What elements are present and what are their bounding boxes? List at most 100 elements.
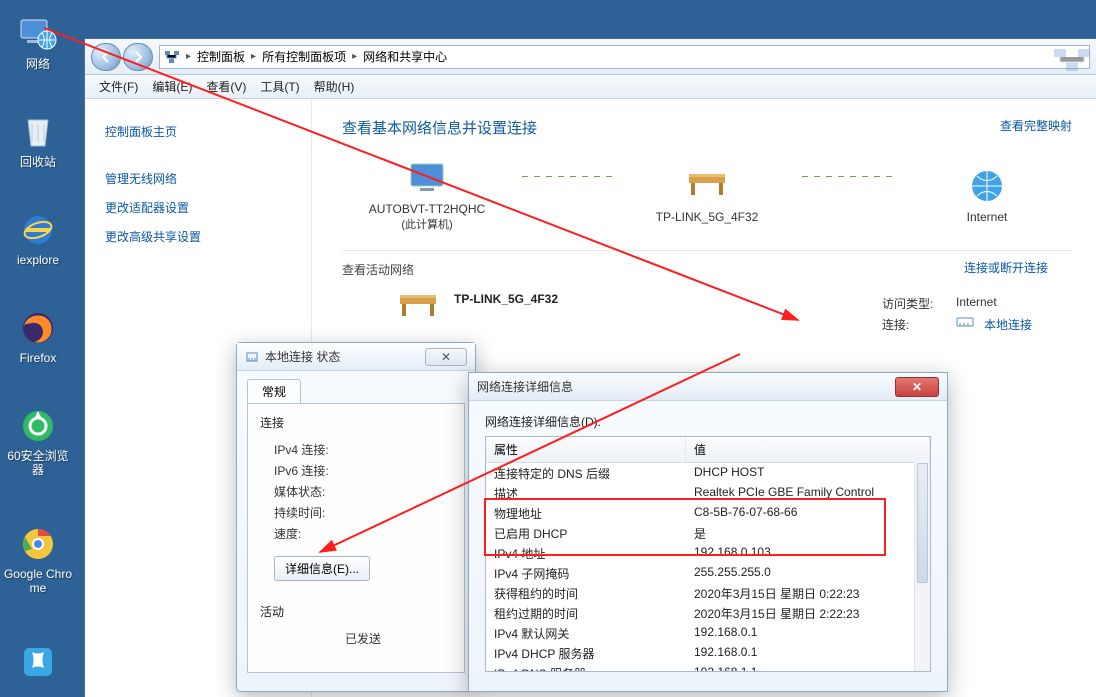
- ipv6-conn-label: IPv6 连接:: [274, 462, 329, 479]
- ethernet-icon: [956, 316, 974, 328]
- list-item[interactable]: IPv4 默认网关192.168.0.1: [486, 623, 930, 643]
- desktop-icon-recycle[interactable]: 回收站: [0, 108, 76, 173]
- close-button[interactable]: ✕: [425, 348, 467, 366]
- connection-status-dialog: 本地连接 状态 ✕ 常规 连接 IPv4 连接: IPv6 连接: 媒体状态: …: [236, 342, 476, 692]
- forward-button[interactable]: [123, 43, 153, 71]
- desktop-icon-label: Firefox: [20, 351, 57, 365]
- link-full-map[interactable]: 查看完整映射: [1000, 117, 1072, 134]
- connection-line: [522, 176, 612, 177]
- connection-link[interactable]: 本地连接: [984, 316, 1032, 333]
- list-item[interactable]: 描述Realtek PCIe GBE Family Control: [486, 483, 930, 503]
- link-connect-disconnect[interactable]: 连接或断开连接: [964, 259, 1048, 276]
- crumb-network-center[interactable]: 网络和共享中心: [363, 48, 447, 65]
- firefox-icon: [17, 308, 59, 348]
- list-item[interactable]: 已启用 DHCP是: [486, 523, 930, 543]
- details-listbox[interactable]: 属性 值 连接特定的 DNS 后缀DHCP HOST描述Realtek PCIe…: [485, 436, 931, 672]
- dialog-title: 本地连接 状态: [265, 348, 419, 365]
- back-button[interactable]: [91, 43, 121, 71]
- list-item[interactable]: 物理地址C8-5B-76-07-68-66: [486, 503, 930, 523]
- details-button[interactable]: 详细信息(E)...: [274, 556, 370, 581]
- tab-general[interactable]: 常规: [247, 379, 301, 403]
- active-network-name: TP-LINK_5G_4F32: [454, 292, 558, 306]
- cell-value: 2020年3月15日 星期日 0:22:23: [686, 583, 930, 603]
- list-item[interactable]: IPv4 DNS 服务器192.168.1.1: [486, 663, 930, 672]
- desktop-icon-chrome[interactable]: Google Chrome: [0, 520, 76, 600]
- chevron-right-icon: ▸: [251, 51, 256, 62]
- link-change-adapter[interactable]: 更改适配器设置: [105, 193, 311, 222]
- cell-property: IPv4 子网掩码: [486, 563, 686, 583]
- group-activity: 活动: [260, 603, 452, 620]
- desktop-icon-label: 回收站: [20, 155, 56, 169]
- sent-label: 已发送: [345, 630, 381, 647]
- connection-details-dialog: 网络连接详细信息 ✕ 网络连接详细信息(D): 属性 值 连接特定的 DNS 后…: [468, 372, 948, 692]
- chevron-right-icon: ▸: [186, 51, 191, 62]
- breadcrumb[interactable]: ▸ 控制面板 ▸ 所有控制面板项 ▸ 网络和共享中心: [159, 45, 1090, 69]
- cell-property: IPv4 DHCP 服务器: [486, 643, 686, 663]
- crumb-all-items[interactable]: 所有控制面板项: [262, 48, 346, 65]
- scrollbar[interactable]: [914, 461, 930, 671]
- cell-property: IPv4 默认网关: [486, 623, 686, 643]
- link-advanced-sharing[interactable]: 更改高级共享设置: [105, 222, 311, 251]
- cell-value: 2020年3月15日 星期日 2:22:23: [686, 603, 930, 623]
- desktop-icon-firefox[interactable]: Firefox: [0, 304, 76, 369]
- list-item[interactable]: 租约过期的时间2020年3月15日 星期日 2:22:23: [486, 603, 930, 623]
- chrome-icon: [17, 524, 59, 564]
- cell-value: Realtek PCIe GBE Family Control: [686, 483, 930, 503]
- watermark-icon: [1052, 45, 1092, 75]
- ethernet-icon: [245, 350, 259, 364]
- list-header: 属性 值: [486, 437, 930, 463]
- menu-file[interactable]: 文件(F): [93, 76, 144, 97]
- close-icon: ✕: [912, 380, 922, 394]
- menu-tools[interactable]: 工具(T): [254, 76, 305, 97]
- active-networks-header: 查看活动网络: [342, 261, 1072, 278]
- duration-label: 持续时间:: [274, 504, 325, 521]
- dialog-title-bar[interactable]: 网络连接详细信息 ✕: [469, 373, 947, 401]
- node-sublabel: (此计算机): [401, 216, 452, 232]
- scrollbar-thumb[interactable]: [917, 463, 928, 583]
- list-item[interactable]: 连接特定的 DNS 后缀DHCP HOST: [486, 463, 930, 483]
- list-item[interactable]: IPv4 地址192.168.0.103: [486, 543, 930, 563]
- menu-edit[interactable]: 编辑(E): [146, 76, 198, 97]
- dialog-title: 网络连接详细信息: [477, 378, 889, 395]
- dialog-title-bar[interactable]: 本地连接 状态 ✕: [237, 343, 475, 371]
- bench-icon: [685, 164, 729, 208]
- status-panel: 连接 IPv4 连接: IPv6 连接: 媒体状态: 持续时间: 速度: 详细信…: [247, 403, 465, 673]
- header-value[interactable]: 值: [686, 437, 930, 462]
- menu-help[interactable]: 帮助(H): [308, 76, 361, 97]
- list-item[interactable]: IPv4 DHCP 服务器192.168.0.1: [486, 643, 930, 663]
- link-manage-wireless[interactable]: 管理无线网络: [105, 164, 311, 193]
- network-path-icon: [164, 49, 180, 65]
- desktop-icon-360browser[interactable]: 60安全浏览器: [0, 402, 76, 482]
- cell-property: 物理地址: [486, 503, 686, 523]
- list-item[interactable]: 获得租约的时间2020年3月15日 星期日 0:22:23: [486, 583, 930, 603]
- cell-value: 192.168.1.1: [686, 663, 930, 672]
- connection-line: [802, 176, 892, 177]
- app-icon: [17, 642, 59, 682]
- access-type-value: Internet: [956, 295, 997, 312]
- header-property[interactable]: 属性: [486, 437, 686, 462]
- cell-value: 是: [686, 523, 930, 543]
- node-label: AUTOBVT-TT2HQHC: [369, 202, 485, 216]
- link-control-panel-home[interactable]: 控制面板主页: [105, 117, 311, 146]
- desktop-icon-unknown[interactable]: [0, 638, 76, 686]
- desktop-icon-label: 网络: [26, 57, 50, 71]
- cell-value: 192.168.0.103: [686, 543, 930, 563]
- connection-key: 连接:: [882, 316, 946, 333]
- details-label: 网络连接详细信息(D):: [485, 413, 931, 430]
- menu-view[interactable]: 查看(V): [200, 76, 252, 97]
- cell-property: 获得租约的时间: [486, 583, 686, 603]
- crumb-control-panel[interactable]: 控制面板: [197, 48, 245, 65]
- node-internet: Internet: [902, 164, 1072, 224]
- close-button[interactable]: ✕: [895, 377, 939, 397]
- monitor-globe-icon: [17, 14, 59, 54]
- cell-property: 连接特定的 DNS 后缀: [486, 463, 686, 483]
- speed-label: 速度:: [274, 525, 301, 542]
- desktop-icon-iexplore[interactable]: iexplore: [0, 206, 76, 271]
- node-label: TP-LINK_5G_4F32: [656, 210, 759, 224]
- list-item[interactable]: IPv4 子网掩码255.255.255.0: [486, 563, 930, 583]
- desktop-icon-network[interactable]: 网络: [0, 10, 76, 75]
- active-network-info: 访问类型: Internet 连接: 本地连接: [882, 295, 1032, 337]
- desktop-icon-label: 60安全浏览器: [2, 449, 74, 478]
- network-map-row: AUTOBVT-TT2HQHC (此计算机) TP-LINK_5G_4F32 I…: [342, 156, 1072, 232]
- globe-icon: [965, 164, 1009, 208]
